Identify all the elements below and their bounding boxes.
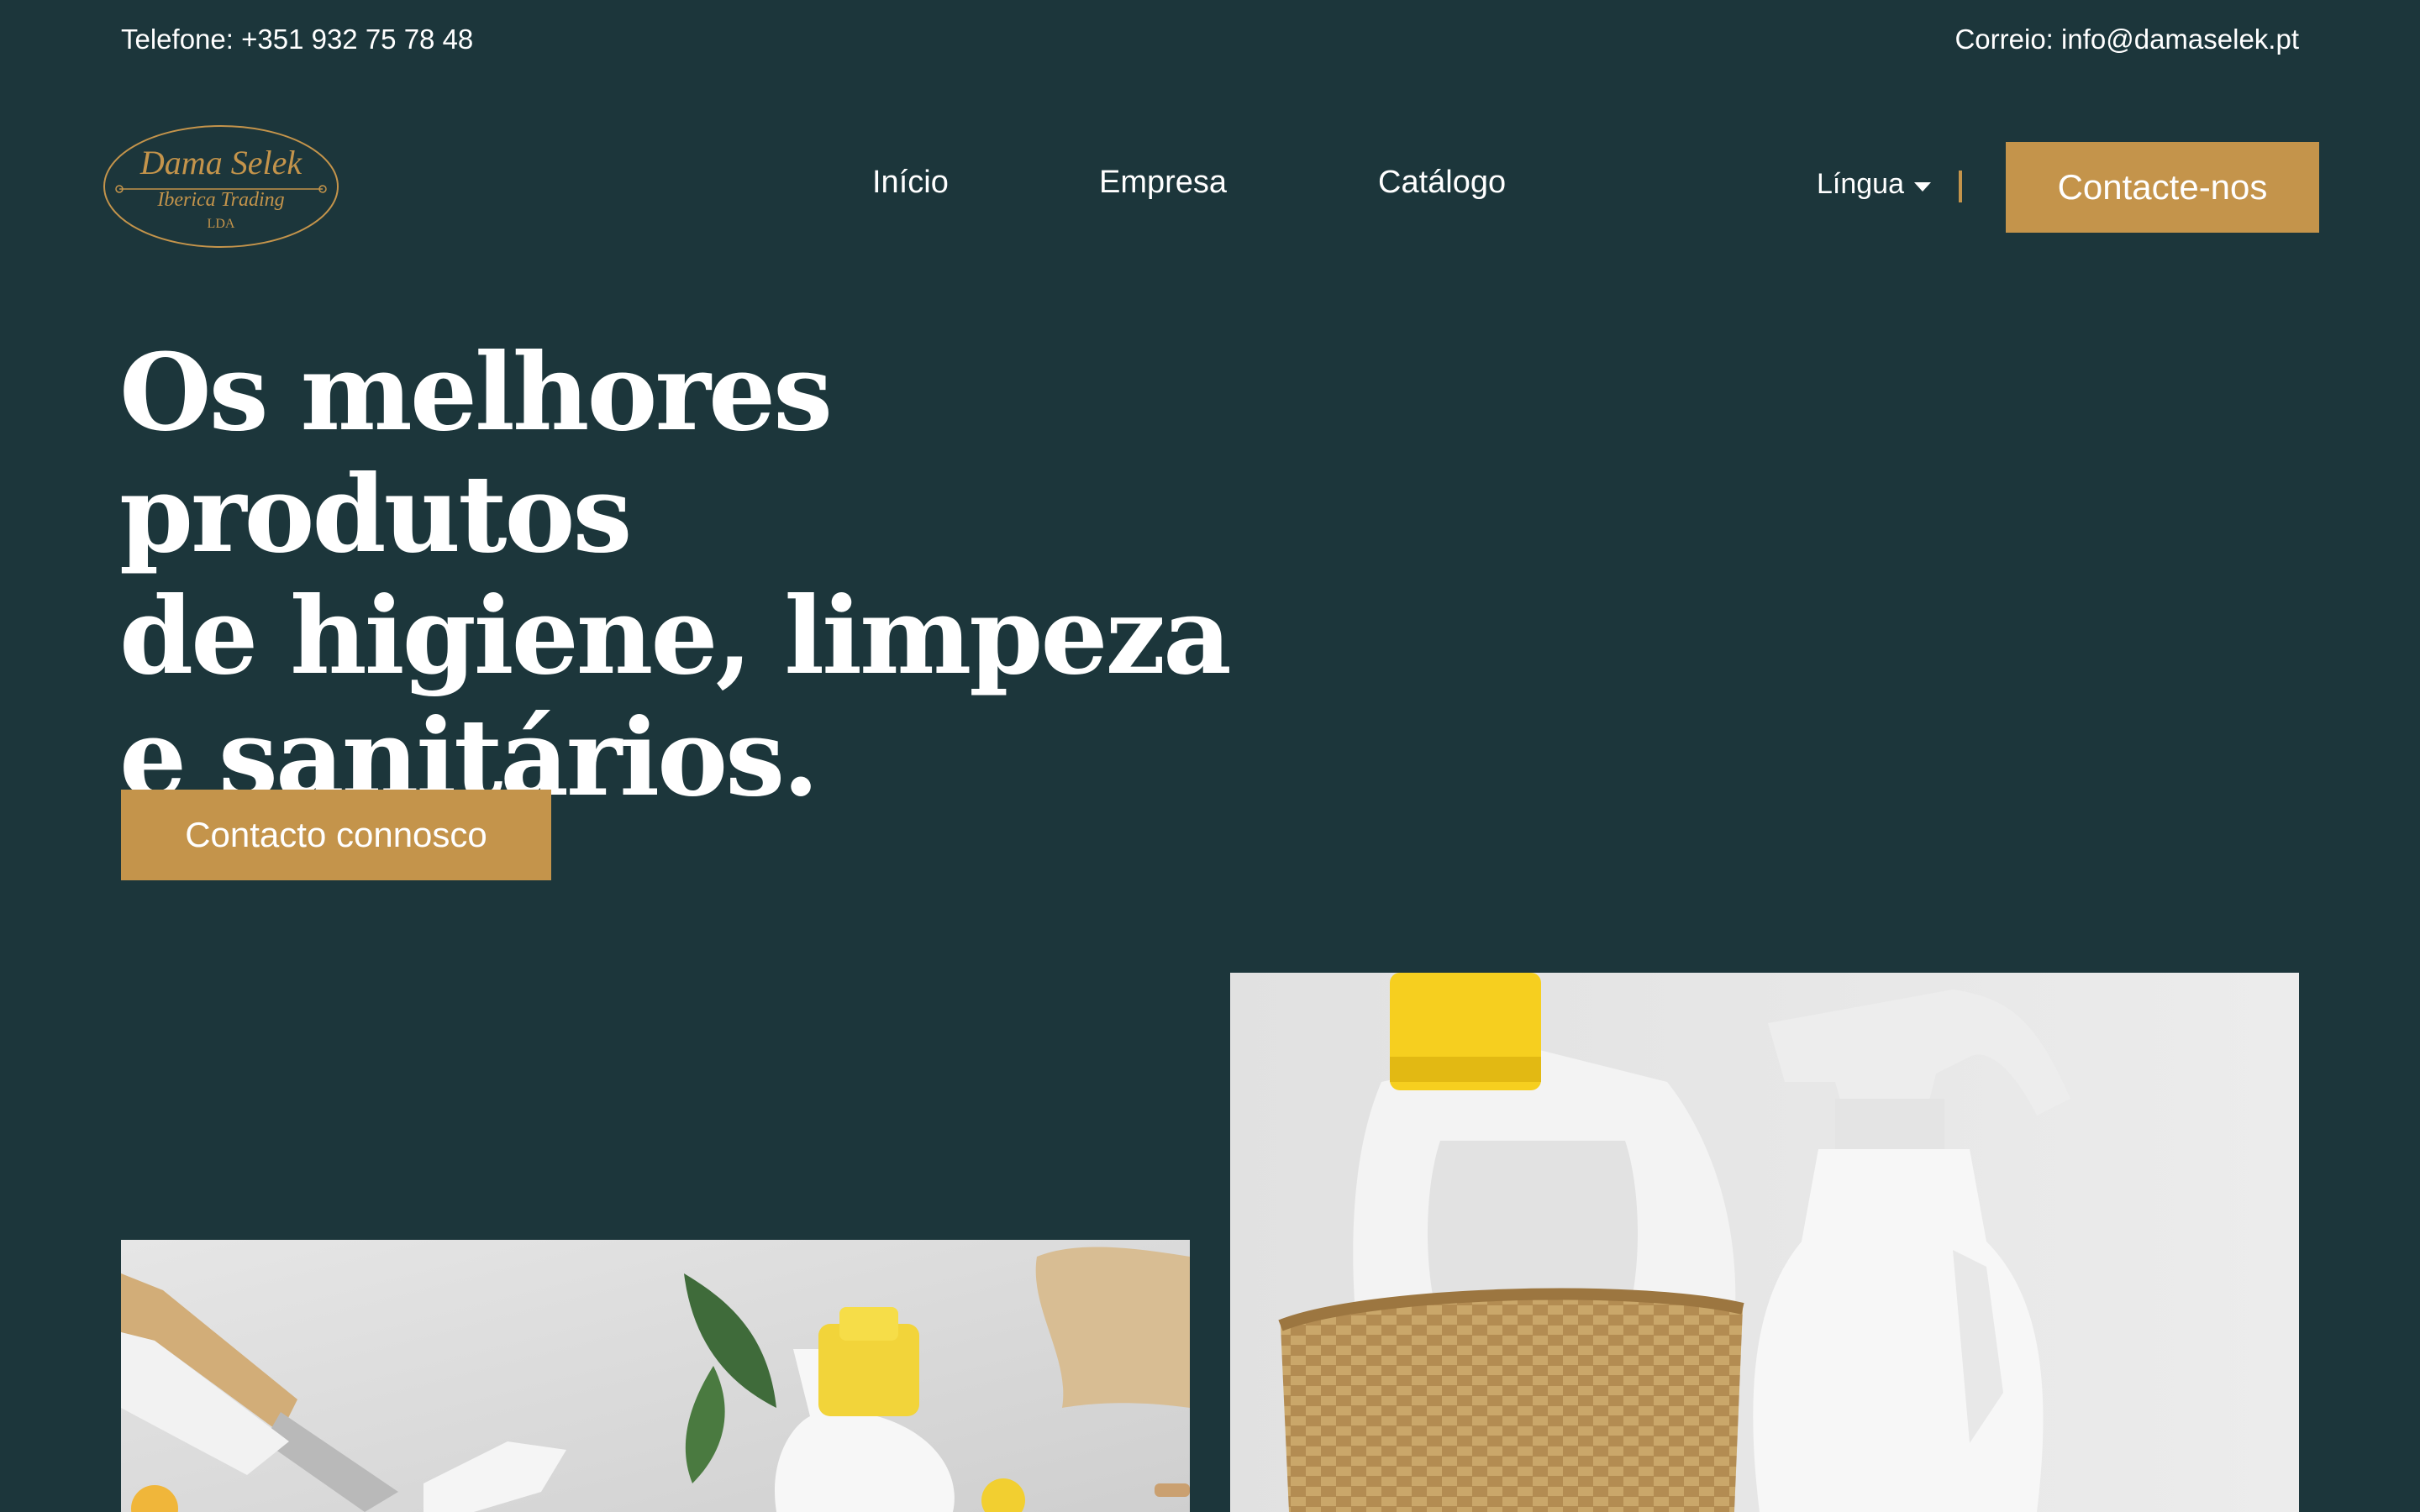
contact-us-button[interactable]: Contacte-nos [2006,142,2319,233]
email-contact[interactable]: Correio: info@damaselek.pt [1954,24,2299,55]
logo-line3: LDA [208,217,235,231]
chevron-down-icon [1914,182,1931,192]
language-selector[interactable]: Língua [1817,168,1931,201]
hero-title-line: Os melhores produtos [119,330,833,576]
hero-title: Os melhores produtos de higiene, limpeza… [119,332,1296,819]
logo-line1: Dama Selek [139,144,302,181]
logo-line2: Iberica Trading [156,189,284,211]
nav-item-catalogo[interactable]: Catálogo [1378,165,1506,201]
phone-contact[interactable]: Telefone: +351 932 75 78 48 [121,24,473,55]
header-divider [1959,171,1962,202]
company-logo[interactable]: Dama Selek Iberica Trading LDA [101,122,341,251]
nav-item-inicio[interactable]: Início [872,165,949,201]
top-contact-bar: Telefone: +351 932 75 78 48 Correio: inf… [0,0,2420,84]
spray-bottles-basket-image [1230,973,2299,1512]
hero-title-line: de higiene, limpeza [119,574,1232,698]
language-label: Língua [1817,168,1904,200]
hero-contact-button[interactable]: Contacto connosco [121,790,551,880]
nav-item-empresa[interactable]: Empresa [1099,165,1227,201]
cleaning-products-flatlay-image [121,1240,1190,1512]
